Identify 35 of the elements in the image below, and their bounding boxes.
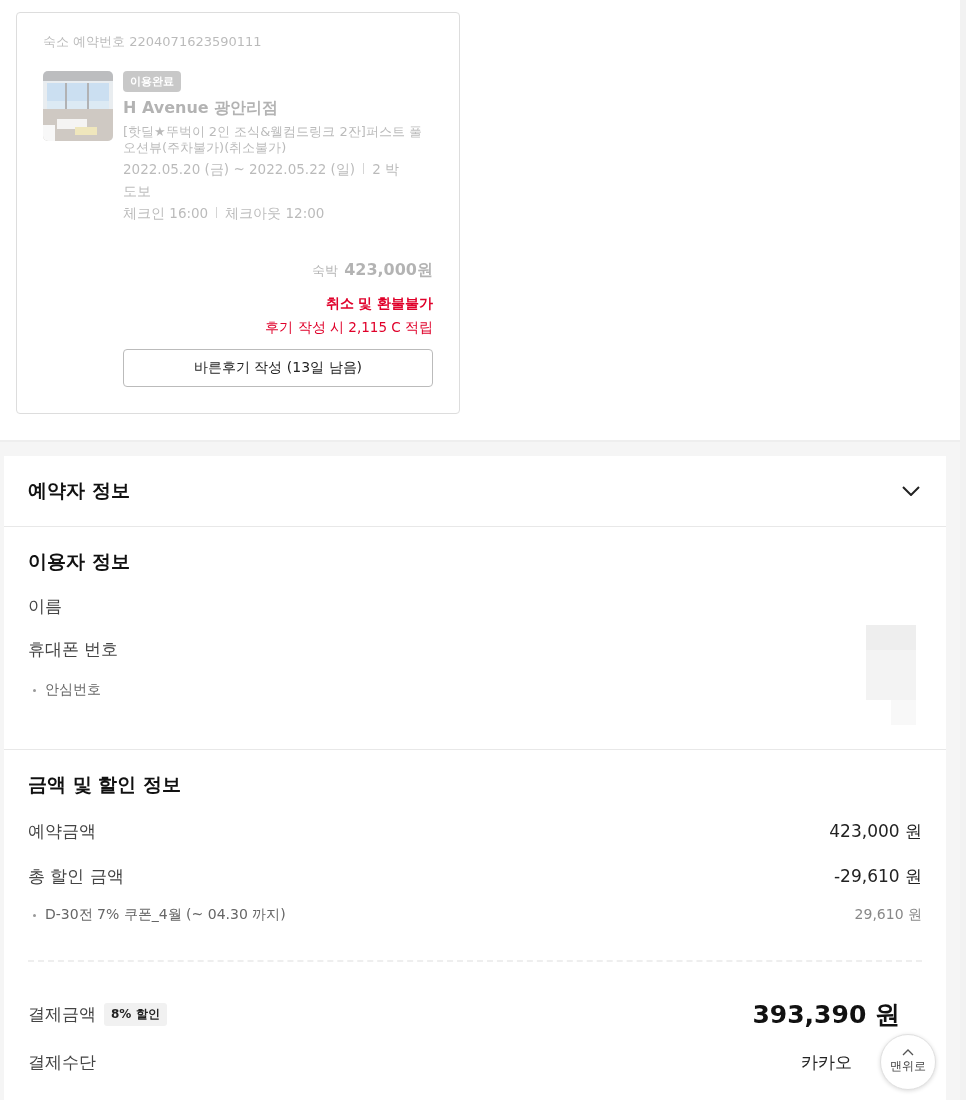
row-value: 29,610 원 [854,906,922,924]
caret-icon [902,1049,914,1056]
booking-number: 숙소 예약번호 2204071623590111 [43,33,263,51]
row-label: 이름 [28,595,63,618]
review-button[interactable]: 바른후기 작성 (13일 남음) [123,349,433,387]
row-label: 안심번호 [45,681,101,699]
row-label: 휴대폰 번호 [28,638,119,661]
row-label: 예약금액 [28,820,96,843]
row-value: 423,000 원 [829,820,922,843]
bullet-icon [33,913,36,917]
room-name: [핫딜★뚜벅이 2인 조식&웰컴드링크 2잔]퍼스트 풀오션뷰(주차불가)(취소불가) [123,124,423,156]
row-label: 총 할인 금액 [28,865,124,888]
access-info: 도보 [123,183,151,200]
row-label: D-30전 7% 쿠폰_4월 (~ 04.30 까지) [45,906,286,924]
row-value: -29,610 원 [833,865,922,888]
nights-count: 2 박 [372,161,400,177]
bullet-icon [33,688,36,692]
section-title: 금액 및 할인 정보 [28,772,182,797]
row-value: 카카오 [801,1051,852,1074]
discount-badge: 8% 할인 [104,1003,167,1026]
row-label: 결제금액 [28,1003,96,1026]
checkin-time: 체크인 16:00 [123,205,209,221]
chevron-icon[interactable] [902,486,920,496]
price-label: 숙박 [312,263,339,278]
total-value: 393,390 원 [752,999,900,1031]
scroll-top-button[interactable]: 맨위로 [880,1034,936,1090]
checkout-time: 체크아웃 12:00 [225,205,325,221]
refund-notice: 취소 및 환불불가 [325,295,433,313]
price-value: 423,000원 [344,260,433,279]
review-reward: 후기 작성 시 2,115 C 적립 [265,319,433,337]
section-title: 이용자 정보 [28,549,131,574]
section-title: 예약자 정보 [28,478,130,503]
stay-dates: 2022.05.20 (금) ~ 2022.05.22 (일) [123,161,356,177]
hotel-name: H Avenue 광안리점 [123,98,279,119]
row-label: 결제수단 [28,1051,96,1074]
